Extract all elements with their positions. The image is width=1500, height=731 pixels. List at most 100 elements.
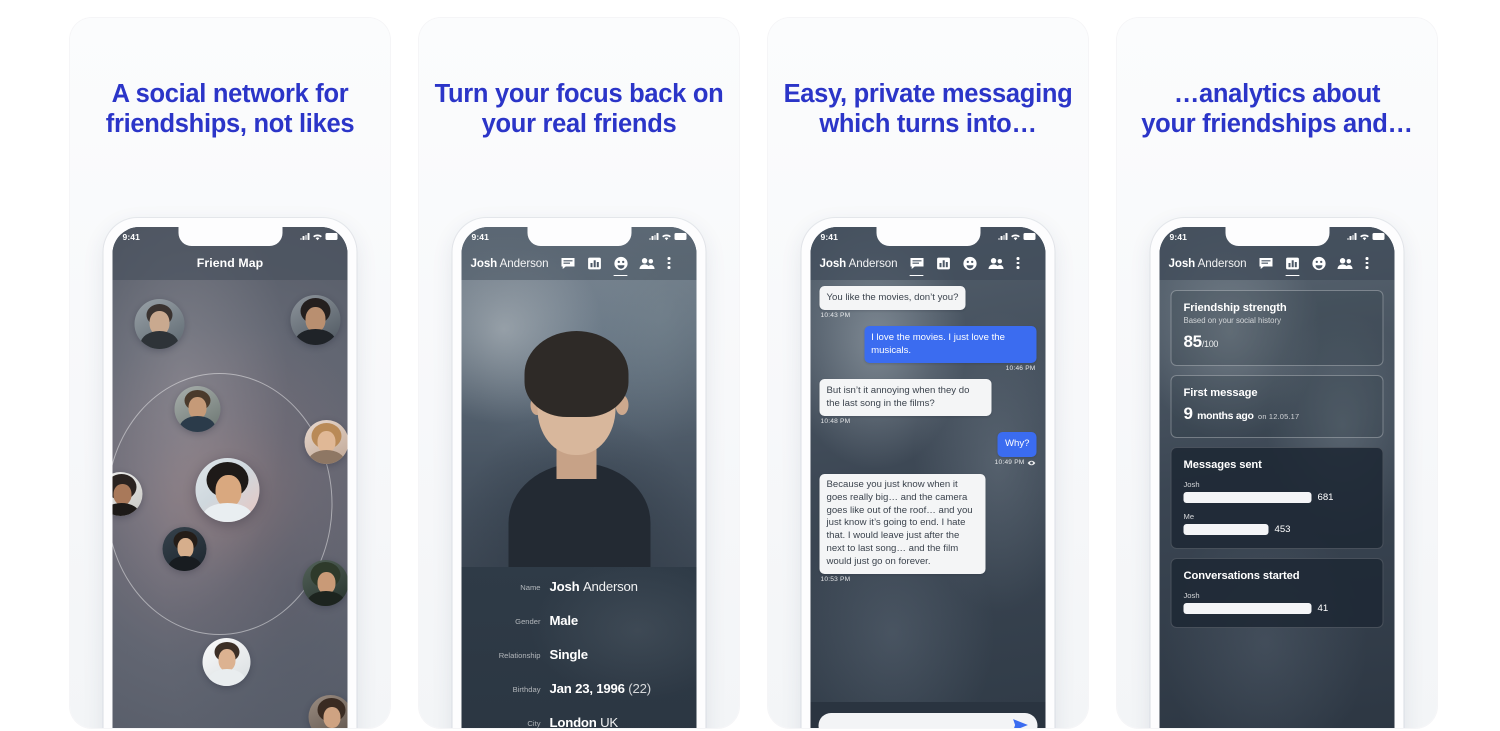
headline-line-2: which turns into… [819,109,1037,138]
analytics-card-conversations-started[interactable]: Conversations started Josh 41 [1170,558,1384,628]
headline-line-1: …analytics about [1173,80,1381,108]
card-subtitle: Based on your social history [1183,316,1282,325]
friend-avatar[interactable] [162,527,207,571]
wifi-icon [1360,233,1369,240]
phone-mockup-2: Name Josh Anderson Gender Male Relations… [452,218,706,728]
kebab-menu-icon[interactable] [667,257,671,269]
status-time: 9:41 [471,231,489,242]
nav-icon-group [560,255,671,276]
primary-friend-avatar[interactable] [195,458,260,522]
message-input[interactable] [818,712,1038,728]
phone-mockup-1: 9:41 Friend Map [103,218,357,728]
phone-mockup-3: You like the movies, don’t you? 10:43 PM… [801,218,1055,728]
card-title: First message [1183,387,1258,399]
status-time: 9:41 [122,231,140,242]
detail-value: Jan 23, 1996 (22) [549,681,652,696]
bar-fill [1183,524,1269,535]
card-value: 85/100 [1183,332,1219,351]
profile-details-list: Name Josh Anderson Gender Male Relations… [461,567,697,728]
phone-screen-messaging: You like the movies, don’t you? 10:43 PM… [810,227,1046,728]
friend-avatar[interactable] [202,638,251,686]
chat-icon[interactable] [560,255,576,271]
chat-icon[interactable] [1258,255,1274,271]
phone-notch [1225,227,1329,246]
app-bar-friend-map: Friend Map [113,246,348,280]
message-bubble[interactable]: You like the movies, don’t you? [819,286,966,311]
headline-friend-map: A social network for friendships, not li… [70,80,390,140]
message-bubble[interactable]: Why? [997,432,1037,457]
bar-chart-icon[interactable] [586,255,602,271]
bar-row: 41 [1183,603,1371,614]
bar-chart-icon[interactable] [1284,255,1300,276]
bar-chart-icon[interactable] [935,255,951,271]
battery-icon [1023,233,1036,240]
message-timestamp: 10:49 PM [821,459,1036,467]
app-preview-card-analytics: …analytics about your friendships and… F… [1117,18,1437,728]
message-row: Because you just know when it goes reall… [819,473,1037,583]
card-title: Conversations started [1183,570,1300,582]
detail-value: Single [549,647,589,662]
detail-value: Josh Anderson [549,579,639,594]
detail-value: London UK [549,715,619,728]
smiley-icon[interactable] [613,255,629,276]
app-bar-messaging: Josh Anderson [811,246,1046,280]
chat-icon[interactable] [909,255,925,276]
message-row: You like the movies, don’t you? 10:43 PM [819,286,1037,320]
headline-line-1: Easy, private messaging [783,80,1073,108]
people-icon[interactable] [988,255,1004,271]
detail-row: Gender Male [462,613,697,647]
status-indicators [300,233,338,241]
detail-label: Name [520,583,541,592]
send-icon[interactable] [1013,718,1029,728]
message-timestamp: 10:43 PM [820,312,851,320]
friend-avatar[interactable] [302,560,348,606]
phone-screen-friend-map: 9:41 Friend Map [112,227,348,728]
battery-icon [674,233,687,240]
status-indicators [998,233,1036,241]
people-icon[interactable] [1337,255,1353,271]
bar-label: Josh [1183,480,1200,489]
people-icon[interactable] [639,255,655,271]
headline-profile: Turn your focus back on your real friend… [419,80,739,140]
smiley-icon[interactable] [1311,255,1327,271]
bar-value: 453 [1274,524,1291,535]
message-row: But isn’t it annoying when they do the l… [819,379,1037,425]
friend-avatar[interactable] [174,386,221,432]
analytics-card-first-message[interactable]: First message 9 months ago on 12.05.17 [1170,375,1384,438]
friend-avatar[interactable] [112,472,143,516]
read-receipt-eye-icon [1027,460,1036,465]
cellular-signal-icon [1347,233,1357,240]
bar-label: Me [1183,512,1195,521]
status-time: 9:41 [820,231,838,242]
message-list[interactable]: You like the movies, don’t you? 10:43 PM… [811,280,1046,702]
headline-messaging: Easy, private messaging which turns into… [768,80,1088,140]
message-bubble[interactable]: Because you just know when it goes reall… [819,473,986,575]
headline-analytics: …analytics about your friendships and… [1117,80,1437,140]
nav-icon-group [1258,255,1369,276]
friend-avatar[interactable] [290,295,341,345]
detail-row: Name Josh Anderson [462,579,697,613]
app-bar-analytics: Josh Anderson [1160,246,1395,280]
kebab-menu-icon[interactable] [1016,257,1020,269]
analytics-card-friendship-strength[interactable]: Friendship strength Based on your social… [1170,290,1384,366]
friend-avatar[interactable] [308,695,348,728]
contact-name: Josh Anderson [1168,256,1247,270]
analytics-card-messages-sent[interactable]: Messages sent Josh 681 Me 453 [1170,447,1384,549]
kebab-menu-icon[interactable] [1365,257,1369,269]
friend-avatar[interactable] [134,299,185,349]
smiley-icon[interactable] [962,255,978,271]
analytics-card-list[interactable]: Friendship strength Based on your social… [1160,280,1395,728]
detail-row: Relationship Single [462,647,697,681]
phone-screen-analytics: Friendship strength Based on your social… [1159,227,1395,728]
status-indicators [1347,233,1385,241]
headline-line-2: your real friends [481,109,677,138]
bar-value: 681 [1317,492,1334,503]
friend-avatar[interactable] [304,420,348,464]
card-title: Messages sent [1183,459,1262,471]
detail-value: Male [549,613,579,628]
headline-line-2: friendships, not likes [105,109,355,138]
message-bubble[interactable]: I love the movies. I just love the music… [864,326,1037,364]
message-bubble[interactable]: But isn’t it annoying when they do the l… [819,379,992,417]
app-preview-card-profile: Turn your focus back on your real friend… [419,18,739,728]
battery-icon [1372,233,1385,240]
